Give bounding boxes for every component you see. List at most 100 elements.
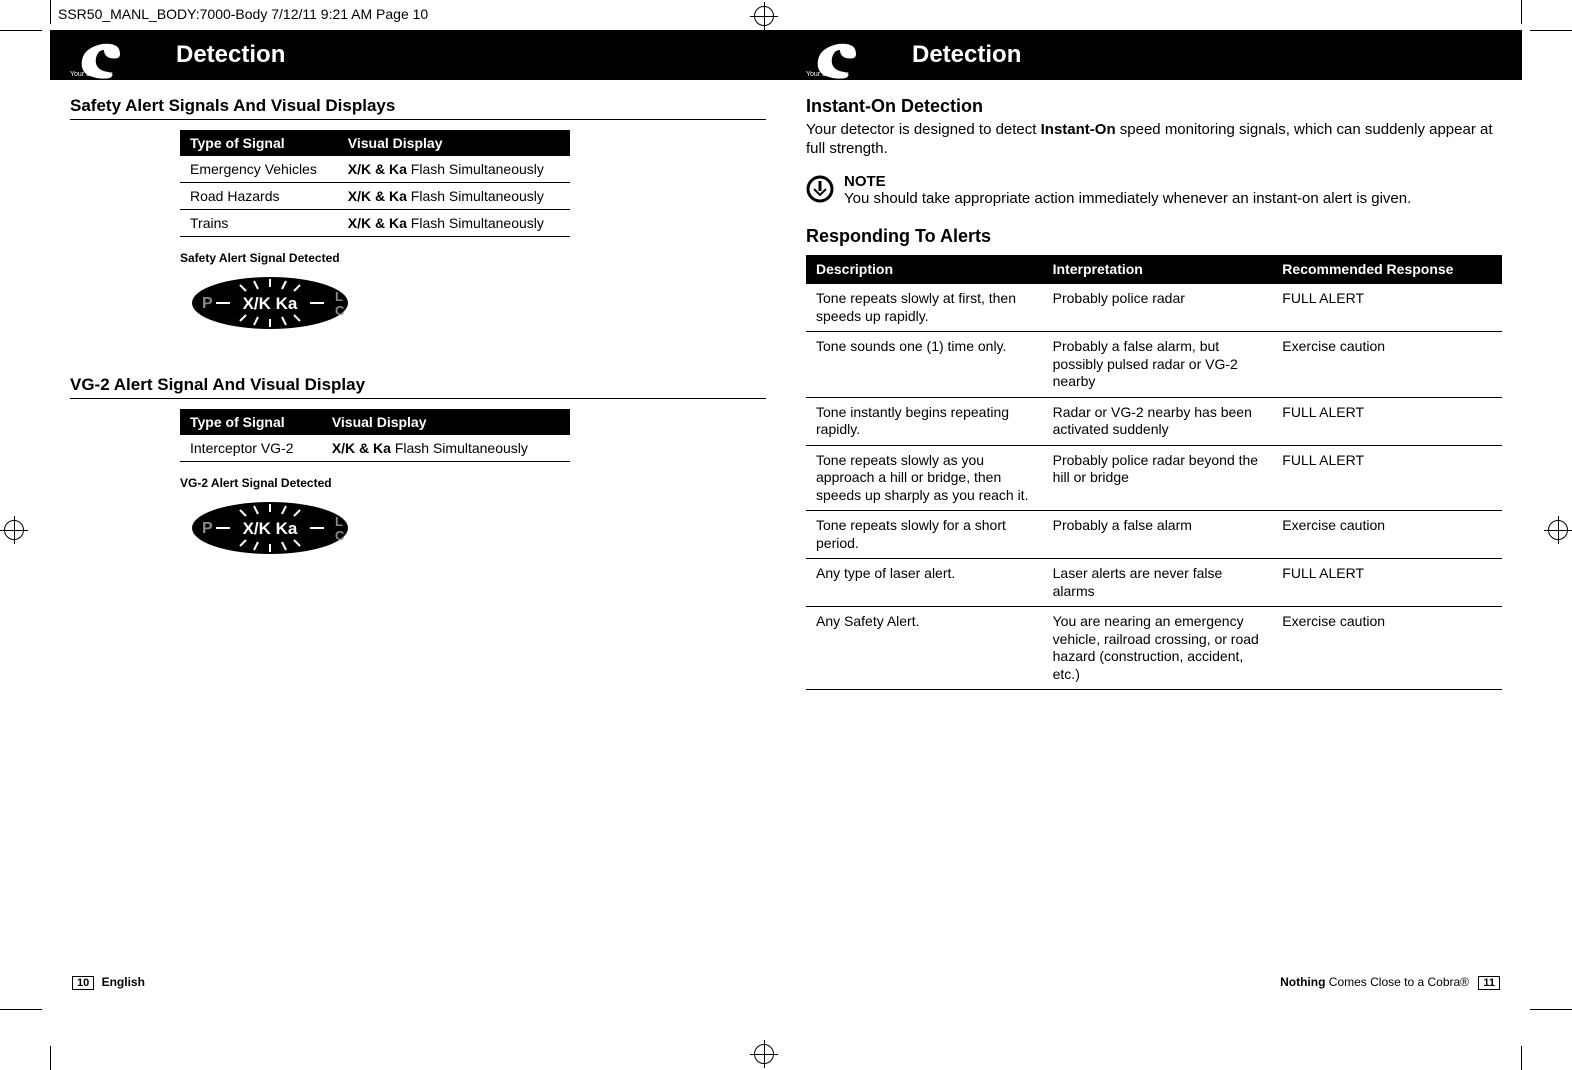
cell: Tone instantly begins repeating rapidly. xyxy=(806,397,1043,445)
sub-label-safety: Safety Alert Signal Detected xyxy=(180,251,766,265)
footer-brand-text: Comes Close to a Cobra® xyxy=(1325,975,1469,989)
cell: Tone sounds one (1) time only. xyxy=(806,332,1043,398)
led-display-vg2: P L C X/K Ka xyxy=(180,496,360,560)
th-desc: Description xyxy=(806,255,1043,284)
cell: You are nearing an emergency vehicle, ra… xyxy=(1043,607,1273,690)
footer-lang: English xyxy=(102,975,145,989)
cell: FULL ALERT xyxy=(1272,445,1502,511)
footer-left: 10 English xyxy=(72,975,145,990)
svg-text:L: L xyxy=(335,514,343,529)
cell-type: Interceptor VG-2 xyxy=(180,435,322,462)
footer-brand-pre: Nothing xyxy=(1280,975,1325,989)
note-block: NOTE You should take appropriate action … xyxy=(806,173,1502,209)
table-row: Tone repeats slowly for a short period.P… xyxy=(806,511,1502,559)
safety-alert-table: Type of Signal Visual Display Emergency … xyxy=(180,130,570,237)
cell-type: Road Hazards xyxy=(180,183,338,210)
instant-on-body: Your detector is designed to detect Inst… xyxy=(806,121,1502,159)
note-body: You should take appropriate action immed… xyxy=(844,190,1411,209)
table-row: Tone sounds one (1) time only.Probably a… xyxy=(806,332,1502,398)
crop-mark xyxy=(1530,30,1572,31)
note-icon xyxy=(806,175,834,203)
band-title: Detection xyxy=(912,41,1021,69)
table-row: Tone repeats slowly as you approach a hi… xyxy=(806,445,1502,511)
cell: Probably police radar xyxy=(1043,284,1273,332)
cell: Exercise caution xyxy=(1272,511,1502,559)
led-p: P xyxy=(202,295,213,312)
cell: Probably a false alarm, but possibly pul… xyxy=(1043,332,1273,398)
footer-right: Nothing Comes Close to a Cobra® 11 xyxy=(1280,975,1500,990)
band-title: Detection xyxy=(176,41,285,69)
crop-mark xyxy=(50,0,51,24)
cell: Tone repeats slowly for a short period. xyxy=(806,511,1043,559)
vg2-alert-table: Type of Signal Visual Display Intercepto… xyxy=(180,409,570,462)
th-visual: Visual Display xyxy=(338,130,570,156)
sub-label-vg2: VG-2 Alert Signal Detected xyxy=(180,476,766,490)
print-mark-line: SSR50_MANL_BODY:7000-Body 7/12/11 9:21 A… xyxy=(58,6,428,22)
cell: Probably a false alarm xyxy=(1043,511,1273,559)
cell: FULL ALERT xyxy=(1272,559,1502,607)
reg-icon xyxy=(754,1044,774,1064)
page-num: 11 xyxy=(1478,976,1500,990)
responding-table: Description Interpretation Recommended R… xyxy=(806,255,1502,690)
heading-responding: Responding To Alerts xyxy=(806,226,1502,247)
cell: Exercise caution xyxy=(1272,332,1502,398)
table-row: Tone repeats slowly at first, then speed… xyxy=(806,284,1502,332)
crop-mark xyxy=(1521,1046,1522,1070)
svg-text:X/K Ka: X/K Ka xyxy=(243,519,298,538)
reg-icon xyxy=(754,6,774,26)
led-l: L xyxy=(335,289,343,304)
cell-type: Emergency Vehicles xyxy=(180,156,338,183)
table-row: TrainsX/K & Ka Flash Simultaneously xyxy=(180,210,570,237)
cobra-tab: Your Detector xyxy=(70,30,170,80)
header-band: Your Detector Detection xyxy=(786,30,1522,80)
cobra-tab: Your Detector xyxy=(806,30,906,80)
cell: FULL ALERT xyxy=(1272,397,1502,445)
th-type: Type of Signal xyxy=(180,130,338,156)
cell-visual: X/K & Ka Flash Simultaneously xyxy=(322,435,570,462)
reg-icon xyxy=(1548,520,1568,540)
table-row: Emergency VehiclesX/K & Ka Flash Simulta… xyxy=(180,156,570,183)
th-visual: Visual Display xyxy=(322,409,570,435)
crop-mark xyxy=(1530,1009,1572,1010)
cell: Radar or VG-2 nearby has been activated … xyxy=(1043,397,1273,445)
cell: Tone repeats slowly at first, then speed… xyxy=(806,284,1043,332)
note-title: NOTE xyxy=(844,173,1411,190)
page-left: Your Detector Detection Safety Alert Sig… xyxy=(50,30,786,1010)
crop-mark xyxy=(50,1046,51,1070)
section-title-safety: Safety Alert Signals And Visual Displays xyxy=(70,96,766,120)
cobra-tab-label: Your Detector xyxy=(806,71,849,78)
section-title-vg2: VG-2 Alert Signal And Visual Display xyxy=(70,375,766,399)
cell: Laser alerts are never false alarms xyxy=(1043,559,1273,607)
svg-text:P: P xyxy=(202,520,213,537)
cell: Tone repeats slowly as you approach a hi… xyxy=(806,445,1043,511)
cell-type: Trains xyxy=(180,210,338,237)
crop-mark xyxy=(1521,0,1522,24)
header-band: Your Detector Detection xyxy=(50,30,786,80)
cell-visual: X/K & Ka Flash Simultaneously xyxy=(338,183,570,210)
table-row: Interceptor VG-2X/K & Ka Flash Simultane… xyxy=(180,435,570,462)
led-display-safety: P L C X/K Ka xyxy=(180,271,360,335)
crop-mark xyxy=(0,30,42,31)
reg-icon xyxy=(4,520,24,540)
th-type: Type of Signal xyxy=(180,409,322,435)
cell: Any type of laser alert. xyxy=(806,559,1043,607)
table-row: Any type of laser alert.Laser alerts are… xyxy=(806,559,1502,607)
th-interp: Interpretation xyxy=(1043,255,1273,284)
led-center: X/K Ka xyxy=(243,294,298,313)
page-right: Your Detector Detection Instant-On Detec… xyxy=(786,30,1522,1010)
led-c: C xyxy=(335,303,345,318)
table-row: Tone instantly begins repeating rapidly.… xyxy=(806,397,1502,445)
cell: Exercise caution xyxy=(1272,607,1502,690)
crop-mark xyxy=(0,1009,42,1010)
svg-text:C: C xyxy=(335,528,345,543)
table-row: Road HazardsX/K & Ka Flash Simultaneousl… xyxy=(180,183,570,210)
th-resp: Recommended Response xyxy=(1272,255,1502,284)
cell-visual: X/K & Ka Flash Simultaneously xyxy=(338,210,570,237)
cell: Any Safety Alert. xyxy=(806,607,1043,690)
cell-visual: X/K & Ka Flash Simultaneously xyxy=(338,156,570,183)
cobra-tab-label: Your Detector xyxy=(70,71,113,78)
cell: Probably police radar beyond the hill or… xyxy=(1043,445,1273,511)
table-row: Any Safety Alert.You are nearing an emer… xyxy=(806,607,1502,690)
heading-instant-on: Instant-On Detection xyxy=(806,96,1502,117)
cell: FULL ALERT xyxy=(1272,284,1502,332)
